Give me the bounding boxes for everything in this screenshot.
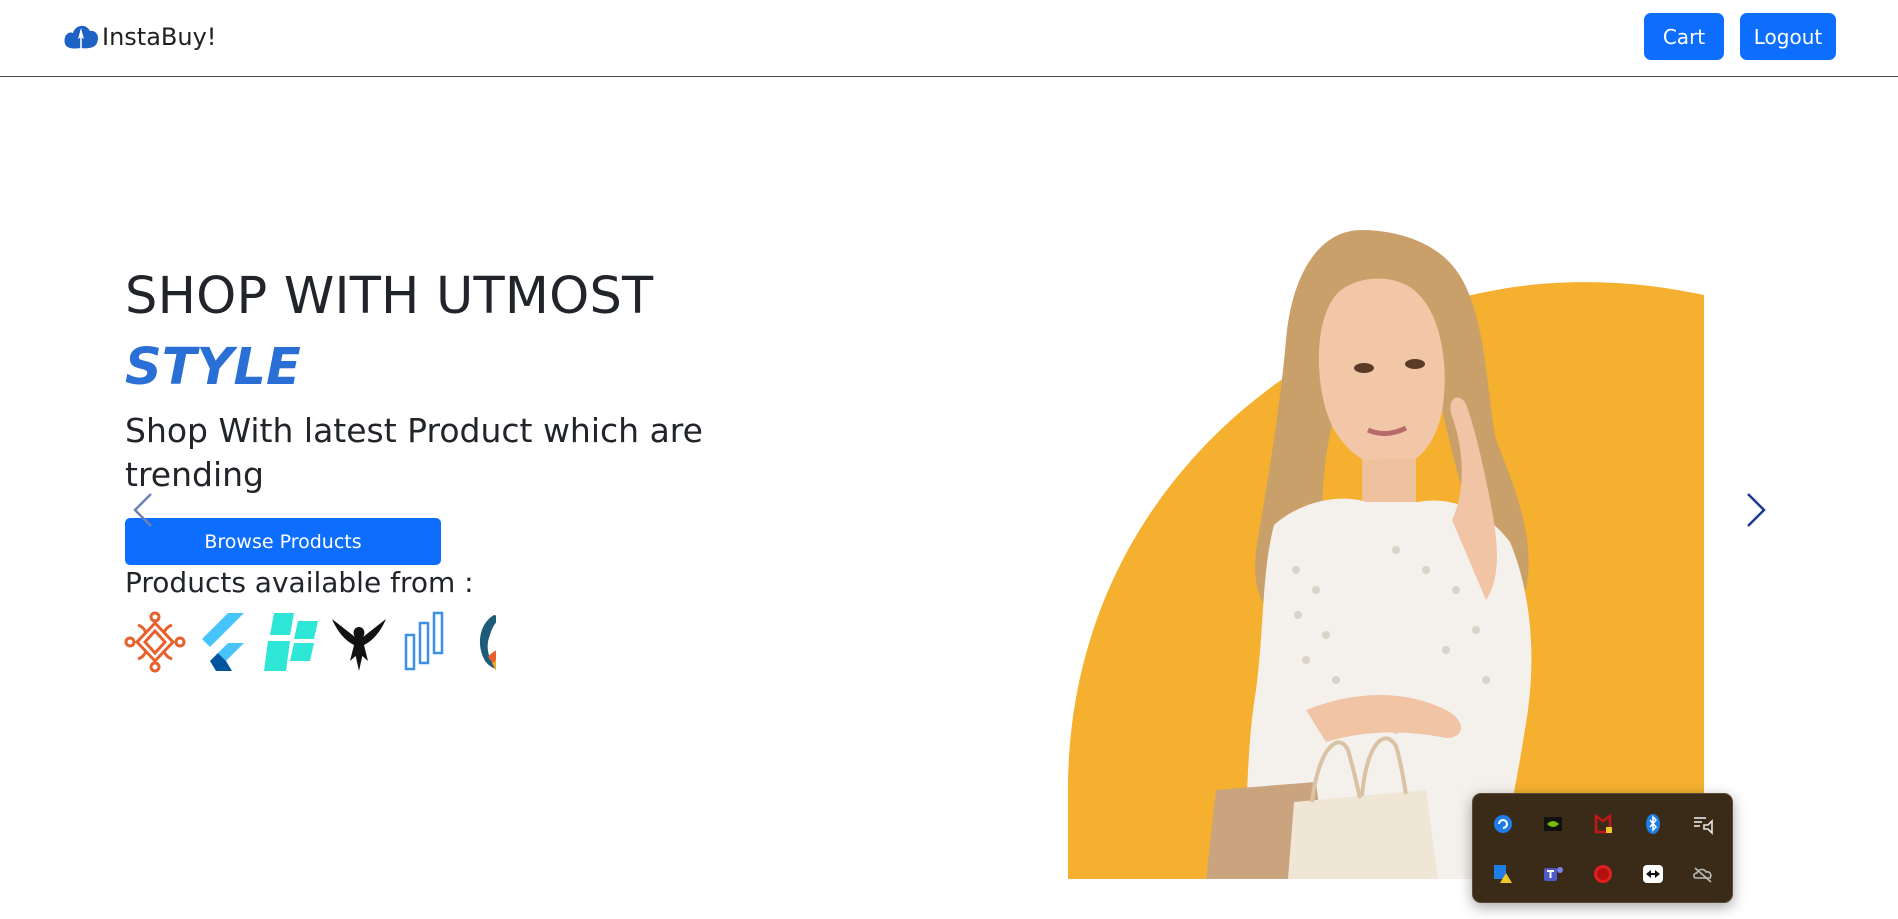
hero-subtitle: Shop With latest Product which are trend… — [125, 411, 703, 494]
flutter-logo — [202, 613, 244, 671]
navbar: InstaBuy! Cart Logout — [0, 0, 1898, 77]
record-icon[interactable] — [1578, 849, 1628, 899]
teal-squares-logo — [264, 613, 318, 671]
brand-logo-icon — [64, 25, 99, 49]
onedrive-offline-icon[interactable] — [1678, 849, 1728, 899]
teams-icon[interactable] — [1528, 849, 1578, 899]
cart-button[interactable]: Cart — [1644, 13, 1724, 60]
black-eagle-logo — [332, 619, 386, 671]
blue-bars-logo — [404, 611, 444, 671]
nvidia-icon[interactable] — [1528, 799, 1578, 849]
browse-products-button[interactable]: Browse Products — [125, 518, 441, 565]
sync-icon[interactable] — [1478, 799, 1528, 849]
chevron-right-icon[interactable] — [1745, 492, 1767, 528]
system-tray-popup — [1472, 793, 1733, 903]
hero-title: SHOP WITH UTMOST — [125, 267, 654, 326]
brand-name: InstaBuy! — [102, 23, 217, 51]
hero-model-image — [1068, 230, 1704, 879]
media-icon[interactable] — [1678, 799, 1728, 849]
products-available-label: Products available from : — [125, 566, 474, 599]
bluetooth-icon[interactable] — [1628, 799, 1678, 849]
hero-accent-word: STYLE — [125, 338, 301, 397]
defender-warning-icon[interactable] — [1478, 849, 1528, 899]
logout-button[interactable]: Logout — [1740, 13, 1836, 60]
brand-logo-strip — [124, 609, 496, 675]
chevron-left-icon[interactable] — [132, 492, 154, 528]
mcafee-icon[interactable] — [1578, 799, 1628, 849]
teamviewer-icon[interactable] — [1628, 849, 1678, 899]
brand-link[interactable]: InstaBuy! — [62, 20, 216, 54]
swirl-bird-logo — [479, 615, 496, 671]
orange-ornament-logo — [124, 611, 186, 673]
